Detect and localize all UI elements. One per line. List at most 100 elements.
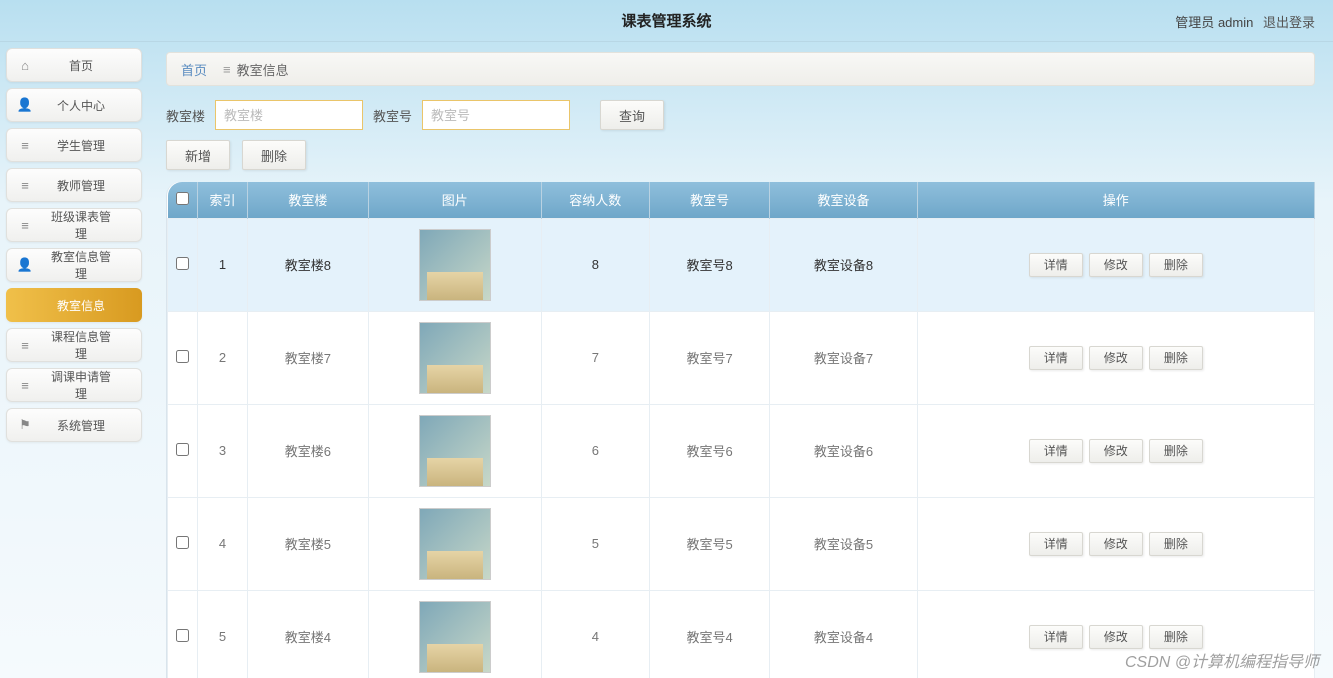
row-checkbox[interactable] — [176, 629, 189, 642]
sidebar-item-4[interactable]: ≡班级课表管理 — [6, 208, 142, 242]
row-delete-button[interactable]: 删除 — [1149, 253, 1203, 277]
cell-index: 3 — [198, 404, 248, 497]
breadcrumb: 首页 ≡ 教室信息 — [166, 52, 1315, 86]
cell-equip: 教室设备4 — [770, 590, 917, 678]
cell-building: 教室楼4 — [248, 590, 369, 678]
list-icon: ≡ — [17, 378, 33, 393]
sidebar-item-label: 调课申请管理 — [47, 368, 115, 402]
row-checkbox[interactable] — [176, 536, 189, 549]
cell-room: 教室号6 — [649, 404, 770, 497]
cell-room: 教室号4 — [649, 590, 770, 678]
sidebar-item-label: 个人中心 — [47, 97, 115, 114]
cell-image — [368, 218, 541, 311]
row-delete-button[interactable]: 删除 — [1149, 532, 1203, 556]
sidebar-item-0[interactable]: ⌂首页 — [6, 48, 142, 82]
cell-image — [368, 404, 541, 497]
sidebar-item-7[interactable]: ≡课程信息管理 — [6, 328, 142, 362]
cell-equip: 教室设备6 — [770, 404, 917, 497]
table-row[interactable]: 2 教室楼7 7 教室号7 教室设备7 详情 修改 删除 — [168, 311, 1315, 404]
detail-button[interactable]: 详情 — [1029, 625, 1083, 649]
cell-index: 1 — [198, 218, 248, 311]
building-input[interactable] — [215, 100, 363, 130]
row-checkbox[interactable] — [176, 443, 189, 456]
room-image — [419, 415, 491, 487]
col-header-7: 操作 — [917, 182, 1314, 218]
row-delete-button[interactable]: 删除 — [1149, 346, 1203, 370]
user-icon: 👤 — [17, 97, 33, 113]
cell-capacity: 4 — [541, 590, 649, 678]
detail-button[interactable]: 详情 — [1029, 253, 1083, 277]
row-delete-button[interactable]: 删除 — [1149, 439, 1203, 463]
select-all-checkbox[interactable] — [176, 192, 189, 205]
breadcrumb-home[interactable]: 首页 — [181, 60, 207, 79]
detail-button[interactable]: 详情 — [1029, 439, 1083, 463]
edit-button[interactable]: 修改 — [1089, 532, 1143, 556]
row-checkbox[interactable] — [176, 257, 189, 270]
search-bar: 教室楼 教室号 查询 — [166, 100, 1315, 130]
detail-button[interactable]: 详情 — [1029, 532, 1083, 556]
detail-button[interactable]: 详情 — [1029, 346, 1083, 370]
edit-button[interactable]: 修改 — [1089, 253, 1143, 277]
delete-button[interactable]: 删除 — [242, 140, 306, 170]
cell-building: 教室楼6 — [248, 404, 369, 497]
room-label: 教室号 — [373, 106, 412, 125]
table-row[interactable]: 1 教室楼8 8 教室号8 教室设备8 详情 修改 删除 — [168, 218, 1315, 311]
user-role: 管理员 — [1175, 15, 1214, 30]
col-header-0 — [168, 182, 198, 218]
list-icon: ≡ — [223, 62, 231, 77]
col-header-3: 图片 — [368, 182, 541, 218]
list-icon: ≡ — [17, 138, 33, 153]
sidebar-item-label: 系统管理 — [47, 417, 115, 434]
sidebar-item-9[interactable]: ⚑ 系统管理 — [6, 408, 142, 442]
room-image — [419, 229, 491, 301]
sidebar-item-2[interactable]: ≡ 学生管理 — [6, 128, 142, 162]
building-label: 教室楼 — [166, 106, 205, 125]
room-input[interactable] — [422, 100, 570, 130]
table-row[interactable]: 4 教室楼5 5 教室号5 教室设备5 详情 修改 删除 — [168, 497, 1315, 590]
row-checkbox[interactable] — [176, 350, 189, 363]
flag-icon: ⚑ — [17, 417, 33, 433]
cell-building: 教室楼8 — [248, 218, 369, 311]
sidebar-item-5[interactable]: 👤教室信息管理 — [6, 248, 142, 282]
user-icon: 👤 — [17, 257, 33, 273]
sidebar: ⌂首页👤个人中心≡学生管理≡教师管理≡班级课表管理👤教室信息管理教室信息≡课程信… — [0, 42, 148, 678]
user-name: admin — [1218, 15, 1253, 30]
add-button[interactable]: 新增 — [166, 140, 230, 170]
list-icon: ≡ — [17, 218, 33, 233]
sidebar-item-8[interactable]: ≡ 调课申请管理 — [6, 368, 142, 402]
table-row[interactable]: 5 教室楼4 4 教室号4 教室设备4 详情 修改 删除 — [168, 590, 1315, 678]
cell-index: 2 — [198, 311, 248, 404]
sidebar-item-label: 教师管理 — [47, 177, 115, 194]
cell-actions: 详情 修改 删除 — [917, 497, 1314, 590]
room-image — [419, 601, 491, 673]
col-header-6: 教室设备 — [770, 182, 917, 218]
app-header: 课表管理系统 管理员 admin 退出登录 — [0, 0, 1333, 42]
cell-room: 教室号8 — [649, 218, 770, 311]
room-image — [419, 508, 491, 580]
cell-capacity: 7 — [541, 311, 649, 404]
edit-button[interactable]: 修改 — [1089, 346, 1143, 370]
cell-index: 5 — [198, 590, 248, 678]
row-delete-button[interactable]: 删除 — [1149, 625, 1203, 649]
cell-image — [368, 590, 541, 678]
cell-index: 4 — [198, 497, 248, 590]
logout-link[interactable]: 退出登录 — [1263, 15, 1315, 30]
cell-building: 教室楼7 — [248, 311, 369, 404]
edit-button[interactable]: 修改 — [1089, 439, 1143, 463]
sidebar-item-label: 课程信息管理 — [47, 328, 115, 362]
cell-equip: 教室设备8 — [770, 218, 917, 311]
user-area: 管理员 admin 退出登录 — [1175, 12, 1315, 31]
app-title: 课表管理系统 — [621, 10, 711, 31]
cell-actions: 详情 修改 删除 — [917, 404, 1314, 497]
sidebar-item-6[interactable]: 教室信息 — [6, 288, 142, 322]
cell-capacity: 6 — [541, 404, 649, 497]
sidebar-item-1[interactable]: 👤 个人中心 — [6, 88, 142, 122]
col-header-2: 教室楼 — [248, 182, 369, 218]
edit-button[interactable]: 修改 — [1089, 625, 1143, 649]
sidebar-item-label: 学生管理 — [47, 137, 115, 154]
sidebar-item-3[interactable]: ≡教师管理 — [6, 168, 142, 202]
col-header-1: 索引 — [198, 182, 248, 218]
cell-equip: 教室设备7 — [770, 311, 917, 404]
table-row[interactable]: 3 教室楼6 6 教室号6 教室设备6 详情 修改 删除 — [168, 404, 1315, 497]
query-button[interactable]: 查询 — [600, 100, 664, 130]
